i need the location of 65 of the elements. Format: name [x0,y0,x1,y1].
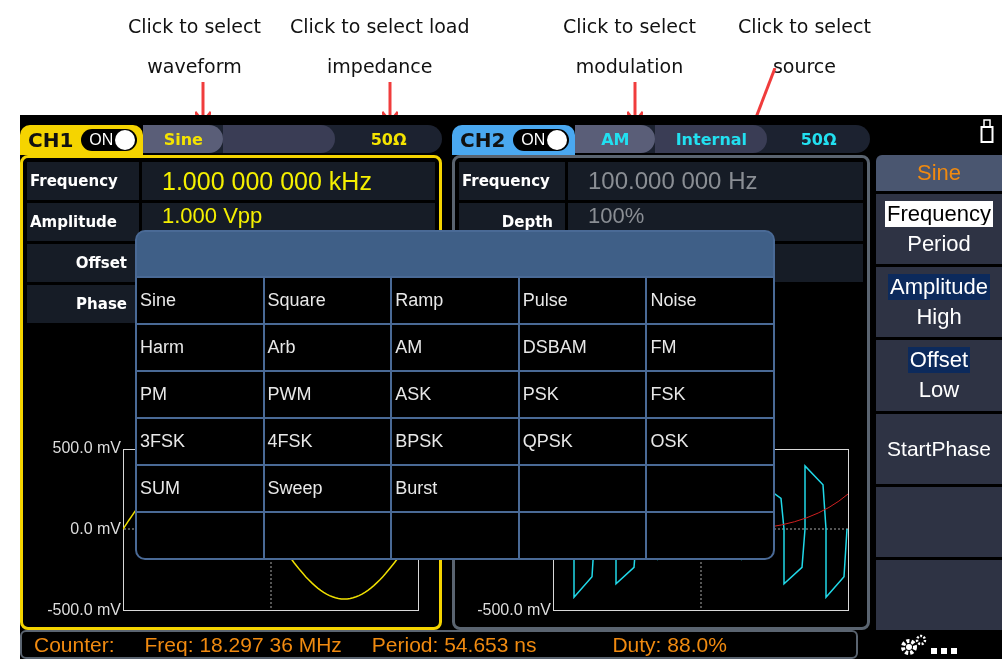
mode-setting[interactable]: AM [575,125,656,153]
waveform-option[interactable]: ASK [392,372,518,417]
duty-reading: Duty: 88.0% [612,632,727,657]
softkey-button[interactable]: Frequency Period [876,194,1002,265]
axis-label: -500.0 mV [47,601,121,618]
waveform-option[interactable]: BPSK [392,419,518,464]
menu-option[interactable]: Low [916,377,962,404]
waveform-option[interactable]: Noise [647,278,773,323]
param-value-field[interactable]: 1.000 000 000 kHz [142,162,435,200]
menu-option[interactable]: StartPhase [885,436,993,461]
menu-option[interactable]: High [914,304,964,331]
softkey-button[interactable]: StartPhase [876,413,1002,484]
annotation-label: Click to select modulation [563,14,696,79]
softkey-button[interactable]: Amplitude High [876,267,1002,338]
load-setting[interactable]: 50Ω [335,125,442,153]
annotation-label: Click to select load impedance [290,14,470,79]
counter-label: Counter: [34,632,115,657]
usb-drive-icon [980,119,994,143]
source-setting[interactable]: Internal [655,125,768,153]
period-reading: Period: 54.653 ns [371,632,537,657]
waveform-option[interactable]: Arb [264,325,391,370]
menu-option[interactable]: Amplitude [888,274,990,301]
waveform-option[interactable]: Square [264,278,391,323]
waveform-option[interactable]: Sine [137,278,263,323]
mode-setting[interactable]: Sine [143,125,224,153]
waveform-option[interactable]: OSK [647,419,773,464]
axis-label: -500.0 mV [477,601,551,618]
waveform-option[interactable]: QPSK [519,419,646,464]
channel-toggle[interactable]: ON [81,129,138,151]
frequency-reading: Freq: 18.297 36 MHz [144,632,342,657]
waveform-option[interactable]: AM [392,325,518,370]
channel-tab[interactable]: CH2 ON [452,125,576,155]
waveform-option[interactable]: Burst [392,466,518,511]
channel-name: CH1 [28,128,74,152]
waveform-option[interactable]: PM [137,372,263,417]
axis-label: 500.0 mV [52,439,121,456]
menu-option[interactable]: Offset [907,347,971,374]
waveform-option[interactable]: FM [647,325,773,370]
load-setting[interactable]: 50Ω [767,125,870,153]
channel-name: CH2 [460,128,506,152]
axis-label: 0.0 mV [70,520,121,537]
softkey-button[interactable]: Offset Low [876,340,1002,411]
waveform-option[interactable]: Harm [137,325,263,370]
waveform-option[interactable]: 3FSK [137,419,263,464]
waveform-option[interactable]: PSK [519,372,646,417]
param-label: Amplitude [27,203,139,241]
menu-option[interactable]: Frequency [885,201,993,228]
annotation-label: Click to select waveform [128,14,261,79]
empty-softkey-button[interactable] [876,486,1002,557]
menu-option[interactable]: Period [905,231,973,258]
waveform-option[interactable]: SUM [137,466,263,511]
param-label: Frequency [459,162,565,200]
param-value-field[interactable]: 100.000 000 Hz [568,162,863,200]
waveform-option[interactable]: PWM [264,372,391,417]
waveform-option[interactable]: Ramp [392,278,518,323]
waveform-option[interactable]: FSK [647,372,773,417]
annotation-label: Click to select source [738,14,871,79]
menu-title: Sine [876,155,1002,191]
waveform-option[interactable]: Pulse [519,278,646,323]
channel-toggle[interactable]: ON [513,129,570,151]
waveform-option[interactable]: DSBAM [519,325,646,370]
param-label: Frequency [27,162,139,200]
waveform-option[interactable]: Sweep [264,466,391,511]
waveform-option[interactable]: 4FSK [264,419,391,464]
channel-tab[interactable]: CH1 ON [20,125,144,155]
